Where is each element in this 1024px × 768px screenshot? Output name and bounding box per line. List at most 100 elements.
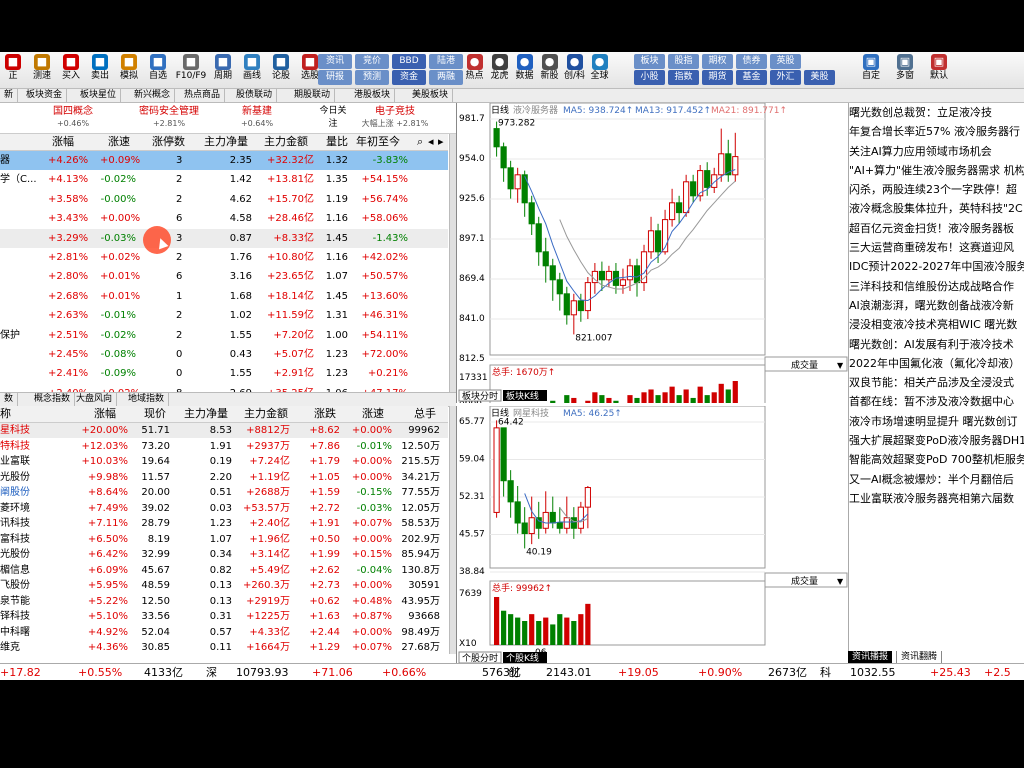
market-btn-b1[interactable]: 指数: [668, 70, 699, 85]
column-header-4[interactable]: 主力金额: [264, 134, 308, 150]
stock-row[interactable]: 富科技 +6.50% 8.19 1.07 +1.96亿 +0.50 +0.00% 202.9万: [0, 532, 448, 547]
news-item[interactable]: 首都在线：暂不涉及液冷数据中心: [849, 392, 1024, 411]
quick-btn-竞价[interactable]: 竞价: [355, 54, 389, 69]
stock-row[interactable]: 阐股份 +8.64% 20.00 0.51 +2688万 +1.59 -0.15% 77.55…: [0, 485, 448, 500]
toolbar-button-0[interactable]: ■ 正: [0, 53, 26, 87]
concept-card-1[interactable]: 密码安全管理 +2.81%: [124, 105, 214, 130]
sector-row[interactable]: +3.58% -0.00% 2 4.62 +15.70亿 1.19 +56.74%: [0, 190, 448, 209]
stock-row[interactable]: 光股份 +9.98% 11.57 2.20 +1.19亿 +1.05 +0.00% 34.21…: [0, 470, 448, 485]
toolbar-right-button-3[interactable]: ● 新股: [537, 53, 562, 87]
news-item[interactable]: 超百亿元资金扫货！液冷服务器板: [849, 219, 1024, 238]
toolbar-button-3[interactable]: ■ 卖出: [87, 53, 113, 87]
market-btn-2[interactable]: 期权: [702, 54, 733, 69]
tab-news-broadcast[interactable]: 资讯播报: [848, 651, 893, 663]
news-item[interactable]: "AI+算力"催生液冷服务器需求 机构: [849, 161, 1024, 180]
sector-row[interactable]: 学（C... +4.13% -0.02% 2 1.42 +13.81亿 1.35 +54.15…: [0, 170, 448, 189]
concept-card-2[interactable]: 新基建 +0.64%: [232, 105, 282, 130]
stock-row[interactable]: 讯科技 +7.11% 28.79 1.23 +2.40亿 +1.91 +0.07% 58.53…: [0, 516, 448, 531]
news-item[interactable]: 工业富联液冷服务器亮相第六届数: [849, 489, 1024, 508]
stock-row[interactable]: 铎科技 +5.10% 33.56 0.31 +1225万 +1.63 +0.87% 93668: [0, 609, 448, 624]
news-item[interactable]: 关注AI算力应用领域市场机会: [849, 142, 1024, 161]
column-header-0[interactable]: 称: [0, 406, 11, 422]
stock-row[interactable]: 业富联 +10.03% 19.64 0.19 +7.24亿 +1.79 +0.00% 215.…: [0, 454, 448, 469]
toolbar-button-6[interactable]: ■ F10/F9: [174, 53, 208, 87]
market-btn-1[interactable]: 股指: [668, 54, 699, 69]
section-tab-8[interactable]: 美股板块: [408, 89, 454, 102]
toolbar-right-button-0[interactable]: ● 热点: [462, 53, 487, 87]
toolbar-button-2[interactable]: ■ 买入: [58, 53, 84, 87]
toolbar-right-button-2[interactable]: ● 数据: [512, 53, 537, 87]
column-header-1[interactable]: 涨幅: [94, 406, 116, 422]
quick-btn-资讯[interactable]: 资讯: [318, 54, 352, 69]
section-tab-6[interactable]: 期股联动: [290, 89, 336, 102]
news-item[interactable]: AI浪潮澎湃，曙光数创备战液冷新: [849, 296, 1024, 315]
scroll-left-icon[interactable]: ◂: [428, 134, 434, 150]
sector-row[interactable]: +2.68% +0.01% 1 1.68 +18.14亿 1.45 +13.60%: [0, 287, 448, 306]
concept-card-0[interactable]: 国四概念 +0.46%: [38, 105, 108, 130]
toolbar-far-button-2[interactable]: ▣ 默认: [924, 53, 954, 87]
concept-card-4[interactable]: 电子竞技 大幅上涨 +2.81%: [350, 105, 440, 130]
column-header-2[interactable]: 现价: [144, 406, 166, 422]
sector-row[interactable]: +2.45% -0.08% 0 0.43 +5.07亿 1.23 +72.00%: [0, 345, 448, 364]
column-header-2[interactable]: 涨停数: [152, 134, 185, 150]
volume-indicator-dropdown[interactable]: 成交量 ▼: [764, 572, 848, 588]
stock-row[interactable]: 楣信息 +6.09% 45.67 0.82 +5.49亿 +2.62 -0.04% 130.8…: [0, 563, 448, 578]
toolbar-right-button-4[interactable]: ● 创/科: [562, 53, 587, 87]
news-item[interactable]: 三洋科技和信维股份达成战略合作: [849, 277, 1024, 296]
quick-btn-陆港[interactable]: 陆港: [429, 54, 463, 69]
column-header-5[interactable]: 量比: [326, 134, 348, 150]
sector-kline-chart[interactable]: 日线 液冷服务器 MA5: 938.724↑ MA13: 917.452↑ MA21: …: [457, 102, 849, 442]
stock-row[interactable]: 光股份 +6.42% 32.99 0.34 +3.14亿 +1.99 +0.15% 85.94…: [0, 547, 448, 562]
stock-row[interactable]: 特科技 +12.03% 73.20 1.91 +2937万 +7.86 -0.01% 12.5…: [0, 439, 448, 454]
section-tab-3[interactable]: 新兴概念: [130, 89, 176, 102]
news-item[interactable]: 曙光数创：AI发展有利于液冷技术: [849, 335, 1024, 354]
sector-kline-panel[interactable]: 日线 液冷服务器 MA5: 938.724↑ MA13: 917.452↑ MA21: …: [456, 102, 849, 442]
scroll-right-icon[interactable]: ▸: [438, 134, 444, 150]
sector-row[interactable]: +3.43% +0.00% 6 4.58 +28.46亿 1.16 +58.06%: [0, 209, 448, 228]
news-item[interactable]: 双良节能：相关产品涉及全浸没式: [849, 373, 1024, 392]
chart-tab-time[interactable]: 板块分时: [458, 389, 502, 402]
news-item[interactable]: 强大扩展超聚变PoD液冷服务器DH1: [849, 431, 1024, 450]
stock-kline-panel[interactable]: 日线 网星科技 MA5: 46.25↑ 65.77 59.04 52.31 45.57 38.…: [456, 405, 849, 664]
news-item[interactable]: 三大运营商重磅发布！这赛道迎风: [849, 238, 1024, 257]
news-item[interactable]: 液冷概念股集体拉升，英特科技"2C: [849, 199, 1024, 218]
column-header-6[interactable]: 年初至今: [356, 134, 400, 150]
section-tab-5[interactable]: 股债联动: [232, 89, 278, 102]
toolbar-right-button-5[interactable]: ● 全球: [587, 53, 612, 87]
index-tab-1[interactable]: 概念指数: [30, 393, 76, 406]
chart-tab-time[interactable]: 个股分时: [458, 651, 502, 664]
sector-row[interactable]: +2.81% +0.02% 2 1.76 +10.80亿 1.16 +42.02%: [0, 248, 448, 267]
column-header-0[interactable]: 涨幅: [52, 134, 74, 150]
chart-tab-kline[interactable]: 个股K线: [503, 652, 547, 664]
column-header-4[interactable]: 主力金额: [244, 406, 288, 422]
stock-row[interactable]: 飞股份 +5.95% 48.59 0.13 +260.3万 +2.73 +0.00% 3059…: [0, 578, 448, 593]
stock-row[interactable]: 泉节能 +5.22% 12.50 0.13 +2919万 +0.62 +0.48% 43.95…: [0, 594, 448, 609]
toolbar-button-4[interactable]: ■ 模拟: [116, 53, 142, 87]
column-header-1[interactable]: 涨速: [108, 134, 130, 150]
column-header-3[interactable]: 主力净量: [184, 406, 228, 422]
news-item[interactable]: 液冷市场增速明显提升 曙光数创订: [849, 412, 1024, 431]
news-item[interactable]: 曙光数创总裁贺：立足液冷技: [849, 103, 1024, 122]
sector-row[interactable]: +2.63% -0.01% 2 1.02 +11.59亿 1.31 +46.31%: [0, 306, 448, 325]
toolbar-button-5[interactable]: ■ 自选: [145, 53, 171, 87]
market-btn-4[interactable]: 英股: [770, 54, 801, 69]
stock-row[interactable]: 菱环境 +7.49% 39.02 0.03 +53.57万 +2.72 -0.03% 12.0…: [0, 501, 448, 516]
section-tab-0[interactable]: 新: [0, 89, 19, 102]
sector-row[interactable]: +2.80% +0.01% 6 3.16 +23.65亿 1.07 +50.57%: [0, 267, 448, 286]
column-header-6[interactable]: 涨速: [362, 406, 384, 422]
search-icon[interactable]: ⌕: [417, 134, 423, 150]
stock-row[interactable]: 中科曙 +4.92% 52.04 0.57 +4.33亿 +2.44 +0.00% 98.49…: [0, 625, 448, 640]
quick-btn-BBD[interactable]: BBD: [392, 54, 426, 69]
section-tab-7[interactable]: 港股板块: [350, 89, 396, 102]
section-tab-1[interactable]: 板块资金: [22, 89, 68, 102]
news-item[interactable]: 闪杀，两股连续23个一字跌停！超: [849, 180, 1024, 199]
toolbar-far-button-0[interactable]: ▣ 自定: [856, 53, 886, 87]
quick-btn-研报[interactable]: 研报: [318, 70, 352, 85]
chart-tab-kline[interactable]: 板块K线: [503, 390, 547, 402]
concept-card-3[interactable]: 今日关注: [318, 105, 348, 131]
column-header-5[interactable]: 涨跌: [314, 406, 336, 422]
sector-row[interactable]: 器 +4.26% +0.09% 3 2.35 +32.32亿 1.32 -3.83%: [0, 151, 448, 170]
index-tab-2[interactable]: 大盘风向: [72, 393, 118, 406]
market-btn-b5[interactable]: 美股: [804, 70, 835, 85]
toolbar-right-button-1[interactable]: ● 龙虎: [487, 53, 512, 87]
